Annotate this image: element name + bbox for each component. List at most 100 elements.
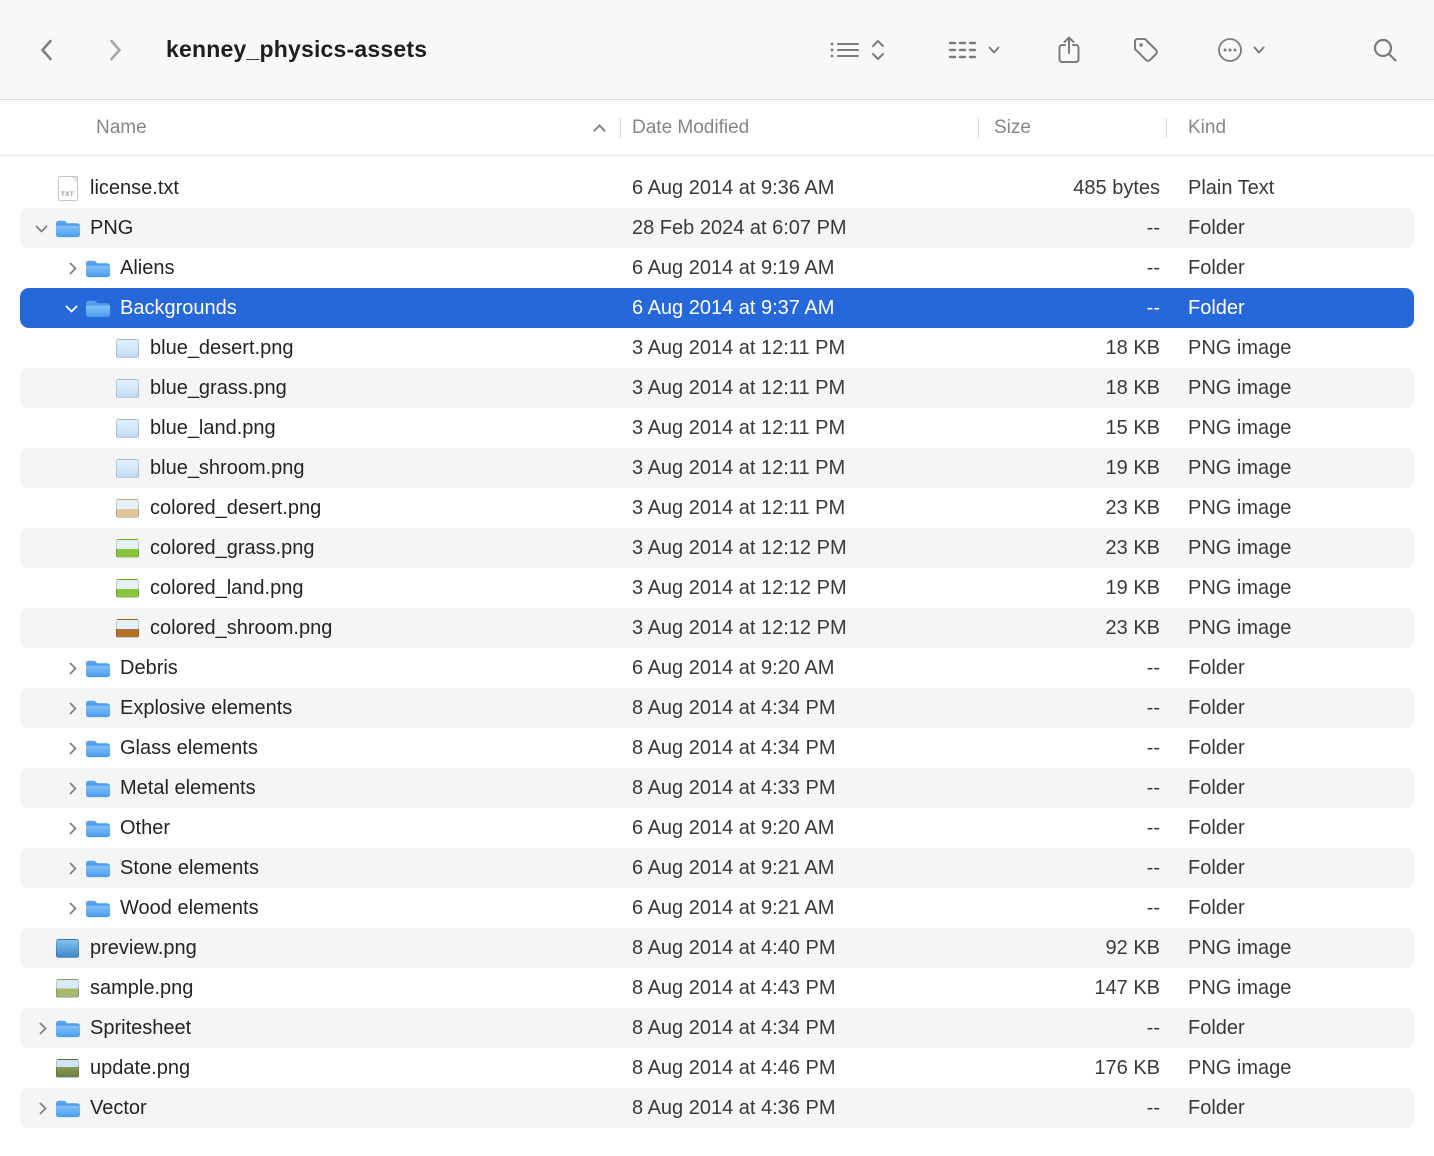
file-size: -- [978, 817, 1166, 840]
group-button[interactable] [942, 31, 1005, 69]
file-name: Backgrounds [120, 297, 237, 320]
disclosure-closed-icon[interactable] [58, 248, 84, 288]
file-row-file[interactable]: preview.png8 Aug 2014 at 4:40 PM92 KBPNG… [20, 928, 1414, 968]
share-button[interactable] [1051, 30, 1087, 70]
image-thumbnail-icon [114, 574, 141, 602]
disclosure-closed-icon[interactable] [58, 888, 84, 928]
file-row-file[interactable]: colored_grass.png3 Aug 2014 at 12:12 PM2… [20, 528, 1414, 568]
disclosure-spacer [88, 408, 114, 448]
disclosure-open-icon[interactable] [58, 288, 84, 328]
file-row-folder[interactable]: PNG28 Feb 2024 at 6:07 PM--Folder [20, 208, 1414, 248]
disclosure-closed-icon[interactable] [58, 768, 84, 808]
file-row-file[interactable]: update.png8 Aug 2014 at 4:46 PM176 KBPNG… [20, 1048, 1414, 1088]
file-size: 18 KB [978, 337, 1166, 360]
image-thumbnail-icon [114, 454, 141, 482]
disclosure-open-icon[interactable] [28, 208, 54, 248]
image-thumbnail-icon [54, 934, 81, 962]
file-size: 19 KB [978, 577, 1166, 600]
file-size: -- [978, 857, 1166, 880]
disclosure-closed-icon[interactable] [58, 648, 84, 688]
file-row-folder[interactable]: Metal elements8 Aug 2014 at 4:33 PM--Fol… [20, 768, 1414, 808]
file-size: 485 bytes [978, 177, 1166, 200]
file-kind: PNG image [1166, 537, 1414, 560]
file-row-folder[interactable]: Backgrounds6 Aug 2014 at 9:37 AM--Folder [20, 288, 1414, 328]
file-row-folder[interactable]: Debris6 Aug 2014 at 9:20 AM--Folder [20, 648, 1414, 688]
file-size: 23 KB [978, 617, 1166, 640]
date-modified: 6 Aug 2014 at 9:37 AM [620, 297, 978, 320]
file-name: Metal elements [120, 777, 256, 800]
file-row-file[interactable]: blue_desert.png3 Aug 2014 at 12:11 PM18 … [20, 328, 1414, 368]
file-row-folder[interactable]: Vector8 Aug 2014 at 4:36 PM--Folder [20, 1088, 1414, 1128]
file-name: Wood elements [120, 897, 259, 920]
date-modified: 6 Aug 2014 at 9:20 AM [620, 657, 978, 680]
file-row-file[interactable]: blue_land.png3 Aug 2014 at 12:11 PM15 KB… [20, 408, 1414, 448]
disclosure-closed-icon[interactable] [58, 808, 84, 848]
search-button[interactable] [1366, 31, 1404, 69]
date-modified: 8 Aug 2014 at 4:34 PM [620, 1017, 978, 1040]
file-name: PNG [90, 217, 133, 240]
file-row-folder[interactable]: Other6 Aug 2014 at 9:20 AM--Folder [20, 808, 1414, 848]
column-header-kind[interactable]: Kind [1166, 117, 1414, 139]
file-name: blue_land.png [150, 417, 276, 440]
file-kind: PNG image [1166, 617, 1414, 640]
file-kind: Folder [1166, 897, 1414, 920]
file-kind: PNG image [1166, 577, 1414, 600]
folder-icon [84, 894, 111, 922]
column-header-date-modified[interactable]: Date Modified [620, 117, 978, 139]
disclosure-closed-icon[interactable] [58, 848, 84, 888]
toolbar: kenney_physics-assets [0, 0, 1434, 100]
column-header-name[interactable]: Name [20, 100, 620, 155]
file-size: -- [978, 737, 1166, 760]
date-modified: 3 Aug 2014 at 12:11 PM [620, 497, 978, 520]
name-cell: Spritesheet [20, 1008, 620, 1048]
file-size: -- [978, 897, 1166, 920]
file-row-folder[interactable]: Stone elements6 Aug 2014 at 9:21 AM--Fol… [20, 848, 1414, 888]
date-modified: 6 Aug 2014 at 9:20 AM [620, 817, 978, 840]
date-modified: 8 Aug 2014 at 4:46 PM [620, 1057, 978, 1080]
folder-icon [84, 694, 111, 722]
tag-button[interactable] [1127, 31, 1165, 69]
name-cell: blue_land.png [20, 408, 620, 448]
file-row-file[interactable]: blue_grass.png3 Aug 2014 at 12:11 PM18 K… [20, 368, 1414, 408]
disclosure-closed-icon[interactable] [28, 1088, 54, 1128]
file-row-folder[interactable]: Wood elements 6 Aug 2014 at 9:21 AM--Fold… [20, 888, 1414, 928]
file-row-folder[interactable]: Glass elements8 Aug 2014 at 4:34 PM--Fol… [20, 728, 1414, 768]
image-thumbnail-icon [114, 334, 141, 362]
file-row-folder[interactable]: Explosive elements8 Aug 2014 at 4:34 PM-… [20, 688, 1414, 728]
file-kind: PNG image [1166, 377, 1414, 400]
column-header-size[interactable]: Size [978, 117, 1166, 139]
file-row-file[interactable]: sample.png8 Aug 2014 at 4:43 PM147 KBPNG… [20, 968, 1414, 1008]
view-mode-button[interactable] [823, 31, 890, 69]
date-modified: 3 Aug 2014 at 12:12 PM [620, 617, 978, 640]
file-row-file[interactable]: colored_desert.png3 Aug 2014 at 12:11 PM… [20, 488, 1414, 528]
file-kind: Folder [1166, 1097, 1414, 1120]
text-file-icon: TXT [54, 174, 81, 202]
file-kind: Plain Text [1166, 177, 1414, 200]
file-kind: PNG image [1166, 337, 1414, 360]
file-row-folder[interactable]: Aliens6 Aug 2014 at 9:19 AM--Folder [20, 248, 1414, 288]
file-name: license.txt [90, 177, 179, 200]
name-cell: Metal elements [20, 768, 620, 808]
file-row-file[interactable]: colored_land.png3 Aug 2014 at 12:12 PM19… [20, 568, 1414, 608]
file-size: -- [978, 777, 1166, 800]
disclosure-closed-icon[interactable] [58, 688, 84, 728]
name-cell: Aliens [20, 248, 620, 288]
list-view-icon [827, 35, 863, 65]
more-options-button[interactable] [1211, 31, 1270, 69]
back-button[interactable] [30, 31, 64, 69]
disclosure-closed-icon[interactable] [58, 728, 84, 768]
file-row-file[interactable]: colored_shroom.png3 Aug 2014 at 12:12 PM… [20, 608, 1414, 648]
file-row-file[interactable]: TXTlicense.txt6 Aug 2014 at 9:36 AM485 b… [20, 168, 1414, 208]
file-row-folder[interactable]: Spritesheet8 Aug 2014 at 4:34 PM--Folder [20, 1008, 1414, 1048]
forward-button[interactable] [98, 31, 132, 69]
name-cell: Glass elements [20, 728, 620, 768]
disclosure-closed-icon[interactable] [28, 1008, 54, 1048]
more-options-icon [1215, 35, 1245, 65]
name-cell: Other [20, 808, 620, 848]
date-modified: 6 Aug 2014 at 9:21 AM [620, 897, 978, 920]
file-row-file[interactable]: blue_shroom.png3 Aug 2014 at 12:11 PM19 … [20, 448, 1414, 488]
file-size: 23 KB [978, 497, 1166, 520]
file-name: sample.png [90, 977, 193, 1000]
file-kind: Folder [1166, 257, 1414, 280]
tag-icon [1131, 35, 1161, 65]
